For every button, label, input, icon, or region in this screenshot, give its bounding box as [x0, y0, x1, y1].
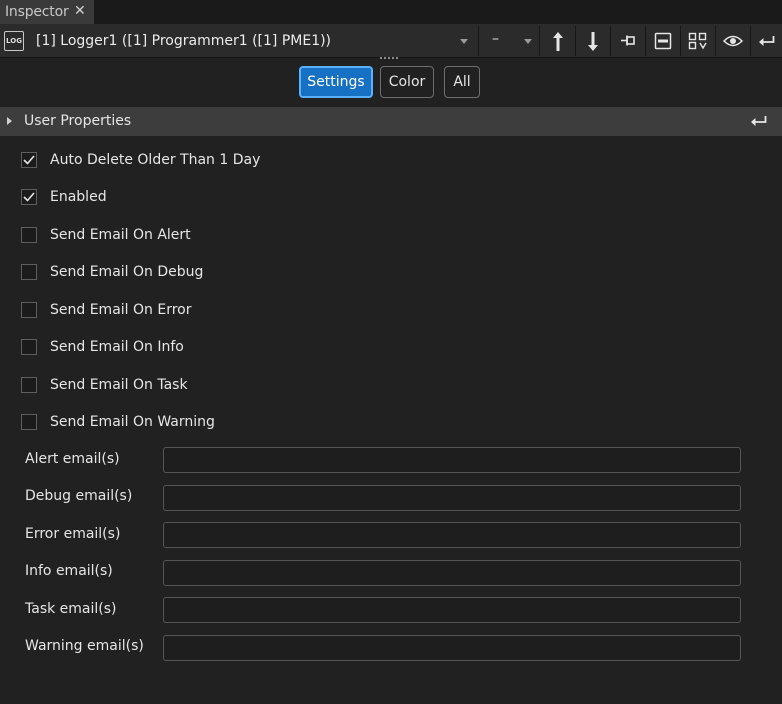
- split-view-button[interactable]: [682, 27, 714, 55]
- log-icon: LOG: [4, 31, 24, 51]
- tab-strip: Inspector ✕: [0, 0, 782, 24]
- checkbox-label: Enabled: [50, 189, 107, 205]
- checkbox-send-email-alert[interactable]: Send Email On Alert: [21, 225, 191, 245]
- checkbox-label: Send Email On Debug: [50, 264, 204, 280]
- reset-button[interactable]: [751, 27, 782, 55]
- checkbox-label: Send Email On Error: [50, 302, 192, 318]
- error-email-label: Error email(s): [25, 526, 121, 542]
- toolbar-divider: [539, 26, 540, 56]
- checkbox-send-email-warning[interactable]: Send Email On Warning: [21, 412, 215, 432]
- checkbox-box[interactable]: [21, 339, 37, 355]
- task-email-field[interactable]: [163, 597, 741, 623]
- alert-email-label: Alert email(s): [25, 451, 120, 467]
- reset-section-button[interactable]: [750, 113, 768, 132]
- priority-selector-label: –: [492, 31, 499, 47]
- reset-icon: [751, 116, 767, 126]
- checkbox-box[interactable]: [21, 302, 37, 318]
- checkbox-box[interactable]: [21, 264, 37, 280]
- checkbox-box[interactable]: [21, 227, 37, 243]
- error-email-field[interactable]: [163, 522, 741, 548]
- checkbox-label: Send Email On Alert: [50, 227, 191, 243]
- checkbox-box[interactable]: [21, 152, 37, 168]
- arrow-down-icon: [588, 32, 598, 51]
- chevron-down-icon: [460, 39, 468, 44]
- checkbox-send-email-debug[interactable]: Send Email On Debug: [21, 262, 203, 282]
- checkbox-box[interactable]: [21, 414, 37, 430]
- toolbar-divider: [645, 26, 646, 56]
- tab-inspector[interactable]: Inspector ✕: [0, 0, 94, 24]
- info-email-label: Info email(s): [25, 563, 113, 579]
- warning-email-label: Warning email(s): [25, 638, 144, 654]
- checkbox-label: Auto Delete Older Than 1 Day: [50, 152, 261, 168]
- checkmark-icon: [23, 155, 35, 165]
- warning-email-field[interactable]: [163, 635, 741, 661]
- user-properties-header[interactable]: User Properties: [0, 107, 782, 136]
- chevron-down-icon: [524, 39, 532, 44]
- move-up-button[interactable]: [542, 27, 574, 55]
- priority-selector[interactable]: –: [480, 27, 538, 55]
- checkbox-send-email-info[interactable]: Send Email On Info: [21, 337, 184, 357]
- visibility-button[interactable]: [717, 27, 749, 55]
- checkbox-auto-delete[interactable]: Auto Delete Older Than 1 Day: [21, 150, 260, 170]
- filter-color-button[interactable]: Color: [380, 66, 434, 98]
- object-selector-label: [1] Logger1 ([1] Programmer1 ([1] PME1)): [36, 33, 332, 49]
- toolbar-divider: [680, 26, 681, 56]
- pin-icon: [621, 35, 635, 46]
- alert-email-field[interactable]: [163, 447, 741, 473]
- resize-grip[interactable]: [380, 57, 398, 60]
- object-selector[interactable]: [1] Logger1 ([1] Programmer1 ([1] PME1)): [28, 27, 476, 55]
- move-down-button[interactable]: [577, 27, 609, 55]
- task-email-label: Task email(s): [25, 601, 117, 617]
- checkbox-box[interactable]: [21, 189, 37, 205]
- collapse-icon: [654, 32, 672, 50]
- close-icon[interactable]: ✕: [74, 3, 86, 19]
- toolbar-divider: [478, 26, 479, 56]
- checkbox-box[interactable]: [21, 377, 37, 393]
- collapse-button[interactable]: [647, 27, 679, 55]
- section-title: User Properties: [24, 113, 132, 129]
- tab-title: Inspector: [5, 4, 69, 20]
- arrow-up-icon: [553, 32, 563, 51]
- checkbox-send-email-error[interactable]: Send Email On Error: [21, 300, 191, 320]
- checkbox-label: Send Email On Warning: [50, 414, 215, 430]
- debug-email-field[interactable]: [163, 485, 741, 511]
- expand-triangle-icon: [7, 117, 12, 125]
- eye-icon: [723, 35, 743, 47]
- inspector-header: LOG [1] Logger1 ([1] Programmer1 ([1] PM…: [0, 24, 782, 58]
- toolbar-divider: [715, 26, 716, 56]
- pin-button[interactable]: [612, 27, 644, 55]
- checkbox-enabled[interactable]: Enabled: [21, 187, 107, 207]
- checkbox-label: Send Email On Task: [50, 377, 188, 393]
- split-view-icon: [688, 32, 707, 50]
- filter-all-button[interactable]: All: [444, 66, 480, 98]
- reset-icon: [759, 36, 775, 46]
- info-email-field[interactable]: [163, 560, 741, 586]
- toolbar-divider: [610, 26, 611, 56]
- checkbox-send-email-task[interactable]: Send Email On Task: [21, 375, 188, 395]
- checkbox-label: Send Email On Info: [50, 339, 184, 355]
- checkmark-icon: [23, 192, 35, 202]
- debug-email-label: Debug email(s): [25, 488, 133, 504]
- filter-settings-button[interactable]: Settings: [299, 66, 373, 98]
- toolbar-divider: [575, 26, 576, 56]
